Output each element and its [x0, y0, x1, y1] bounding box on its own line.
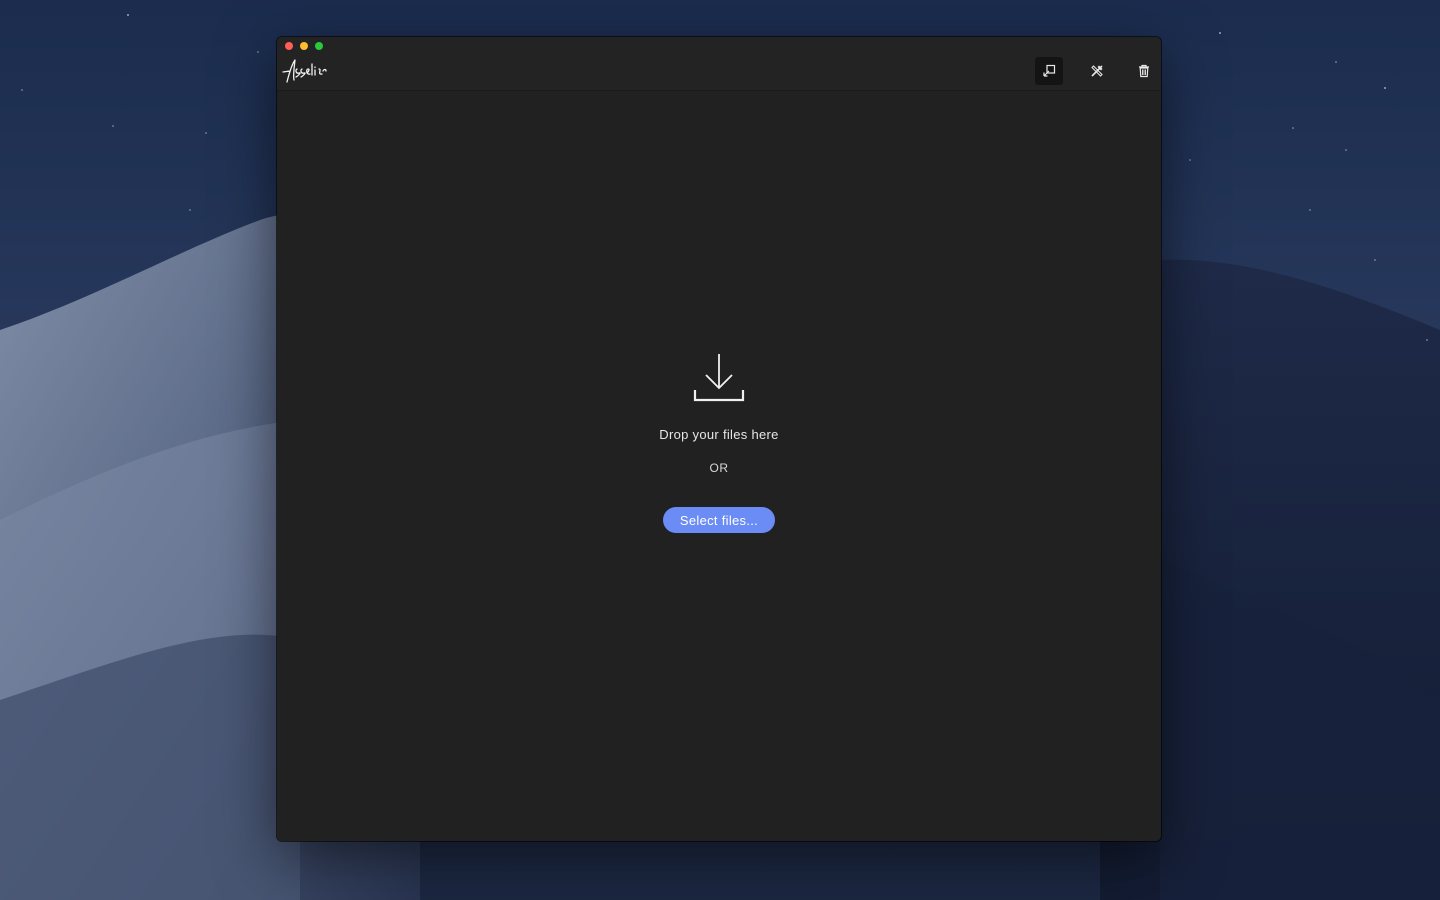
- minimize-window-button[interactable]: [300, 42, 308, 50]
- maximize-window-button[interactable]: [315, 42, 323, 50]
- download-tray-icon: [693, 354, 745, 402]
- tools-button[interactable]: [1083, 57, 1111, 85]
- export-button[interactable]: [1035, 57, 1063, 85]
- drop-zone[interactable]: Drop your files here OR Select files...: [277, 91, 1161, 841]
- tools-icon: [1091, 65, 1103, 77]
- app-logo: [282, 59, 327, 83]
- delete-button[interactable]: [1130, 57, 1158, 85]
- trash-icon: [1139, 64, 1149, 78]
- desktop: Drop your files here OR Select files...: [0, 0, 1440, 900]
- or-separator: OR: [709, 461, 729, 475]
- app-window: Drop your files here OR Select files...: [277, 37, 1161, 841]
- drop-message: Drop your files here: [659, 427, 779, 442]
- export-icon: [1043, 64, 1056, 77]
- close-window-button[interactable]: [285, 42, 293, 50]
- title-bar: [277, 37, 1161, 91]
- select-files-button[interactable]: Select files...: [663, 507, 775, 533]
